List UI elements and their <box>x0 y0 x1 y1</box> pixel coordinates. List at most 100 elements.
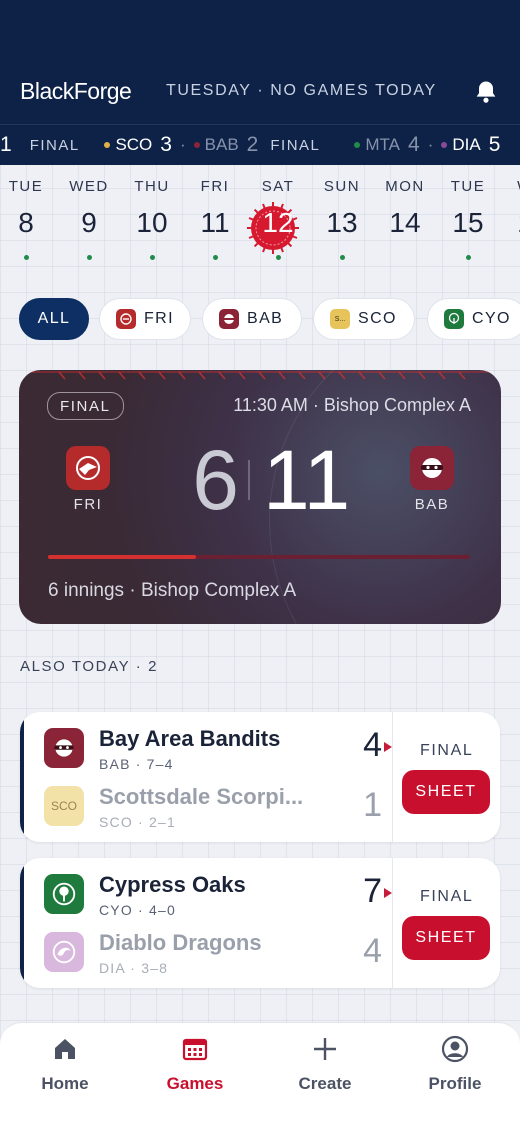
ticker-item[interactable]: MTA 4 · DIA 5 <box>354 133 500 157</box>
date-item[interactable]: W 1 <box>494 170 520 239</box>
filter-chip-cyo[interactable]: CYO <box>427 298 520 340</box>
date-item[interactable]: SUN 13 <box>311 170 373 260</box>
team-color-dot <box>193 142 200 148</box>
loser-team-name: Diablo Dragons <box>99 930 262 955</box>
ticker-score: 1 <box>0 133 12 156</box>
ticker-status: FINAL <box>270 136 321 154</box>
game-status: FINAL <box>420 742 474 759</box>
date-item[interactable]: TUE 15 <box>437 170 499 260</box>
cyo-logo-icon <box>44 874 84 914</box>
game-dot <box>212 255 218 260</box>
ticker-score: 5 <box>488 133 501 156</box>
winner-team-name: Bay Area Bandits <box>99 726 281 751</box>
ticker-score: 4 <box>408 133 420 156</box>
game-time-venue: 11:30 AM · Bishop Complex A <box>233 395 471 415</box>
cyo-logo-icon <box>444 309 464 329</box>
team-color-dot <box>441 142 448 148</box>
profile-icon <box>441 1035 469 1063</box>
ticker-score: 3 <box>160 133 172 156</box>
loser-score: 1 <box>363 786 382 824</box>
bottom-nav: Home Games Create Profile <box>0 1022 520 1127</box>
card-divider <box>392 858 393 988</box>
winner-team-record: CYO · 4–0 <box>99 902 176 918</box>
section-heading-also-today: ALSO TODAY · 2 <box>20 658 159 675</box>
ticker-score: 2 <box>246 133 259 156</box>
winner-team-record: BAB · 7–4 <box>99 756 174 772</box>
game-progress-fill <box>48 555 196 559</box>
team-color-dot <box>104 142 111 148</box>
app-logo: BlackForge <box>20 78 132 104</box>
sco-logo-icon: S... <box>330 309 350 329</box>
filter-chip-all[interactable]: ALL <box>19 298 89 340</box>
winner-score: 7 <box>363 872 382 910</box>
ticker-item[interactable]: 1 FINAL <box>0 133 80 157</box>
loser-team-record: SCO · 2–1 <box>99 814 176 830</box>
filter-chip-fri[interactable]: FRI <box>99 298 191 340</box>
bell-icon[interactable] <box>472 78 500 106</box>
away-score: 11 <box>263 433 351 527</box>
game-card[interactable]: Bay Area Bandits BAB · 7–4 4 SCO Scottsd… <box>20 712 500 842</box>
date-item[interactable]: THU 10 <box>121 170 183 260</box>
dia-logo-icon <box>44 932 84 972</box>
game-summary: 6 innings · Bishop Complex A <box>48 580 297 601</box>
away-team-abbr: BAB <box>414 496 450 513</box>
sco-logo-icon: SCO <box>44 786 84 826</box>
game-dot <box>86 255 92 260</box>
bab-logo-icon <box>44 728 84 768</box>
card-divider <box>392 712 393 842</box>
bab-logo-icon <box>410 446 454 490</box>
score-divider <box>248 460 250 500</box>
sheet-button[interactable]: SHEET <box>402 770 490 814</box>
featured-game-card[interactable]: FINAL 11:30 AM · Bishop Complex A FRI 6 … <box>19 370 501 624</box>
winner-indicator-icon <box>384 742 392 752</box>
loser-score: 4 <box>363 932 382 970</box>
card-accent <box>20 712 24 842</box>
game-dot <box>149 255 155 260</box>
fri-logo-icon <box>66 446 110 490</box>
loser-team-record: DIA · 3–8 <box>99 960 169 976</box>
ticker-team: MTA <box>365 135 400 154</box>
winner-indicator-icon <box>384 888 392 898</box>
date-item[interactable]: TUE 8 <box>0 170 57 260</box>
loser-team-name: Scottsdale Scorpi... <box>99 784 304 809</box>
game-dot <box>23 255 29 260</box>
game-progress-bar <box>48 555 470 559</box>
score-ticker[interactable]: 1 FINAL SCO 3 · BAB 2 FINAL MTA 4 · DIA … <box>0 124 520 165</box>
sheet-button[interactable]: SHEET <box>402 916 490 960</box>
ticker-item[interactable]: SCO 3 · BAB 2 FINAL <box>104 133 320 157</box>
date-item-selected[interactable]: SAT 12 <box>247 170 309 260</box>
calendar-icon <box>182 1038 208 1061</box>
game-card[interactable]: Cypress Oaks CYO · 4–0 7 Diablo Dragons … <box>20 858 500 988</box>
team-filter-chips[interactable]: ALL FRI BAB S... SCO CYO <box>0 298 520 342</box>
nav-home[interactable]: Home <box>15 1035 115 1094</box>
nav-profile[interactable]: Profile <box>405 1035 505 1094</box>
nav-games[interactable]: Games <box>145 1035 245 1094</box>
winner-score: 4 <box>363 726 382 764</box>
winner-team-name: Cypress Oaks <box>99 872 246 897</box>
date-item[interactable]: WED 9 <box>58 170 120 260</box>
filter-chip-sco[interactable]: S... SCO <box>313 298 415 340</box>
card-accent <box>20 858 24 988</box>
game-dot <box>465 255 471 260</box>
ticker-status: FINAL <box>29 136 80 154</box>
game-status-badge: FINAL <box>47 392 124 420</box>
fri-logo-icon <box>116 309 136 329</box>
date-strip[interactable]: TUE 8 WED 9 THU 10 FRI 11 SAT 12 SUN 13 … <box>0 170 520 280</box>
nav-create[interactable]: Create <box>275 1035 375 1094</box>
ticker-team: DIA <box>452 135 481 154</box>
header-status: TUESDAY · NO GAMES TODAY <box>166 82 437 99</box>
bab-logo-icon <box>219 309 239 329</box>
plus-icon <box>314 1038 336 1060</box>
ticker-team: BAB <box>204 135 239 154</box>
app-header: BlackForge TUESDAY · NO GAMES TODAY <box>0 0 520 124</box>
team-color-dot <box>354 142 361 148</box>
date-item[interactable]: MON 14 <box>374 170 436 239</box>
home-score: 6 <box>192 433 239 527</box>
game-status: FINAL <box>420 888 474 905</box>
game-dot <box>339 255 345 260</box>
filter-chip-bab[interactable]: BAB <box>202 298 302 340</box>
ticker-team: SCO <box>115 135 153 154</box>
home-team-abbr: FRI <box>73 496 103 513</box>
home-icon <box>55 1039 75 1059</box>
date-item[interactable]: FRI 11 <box>184 170 246 260</box>
